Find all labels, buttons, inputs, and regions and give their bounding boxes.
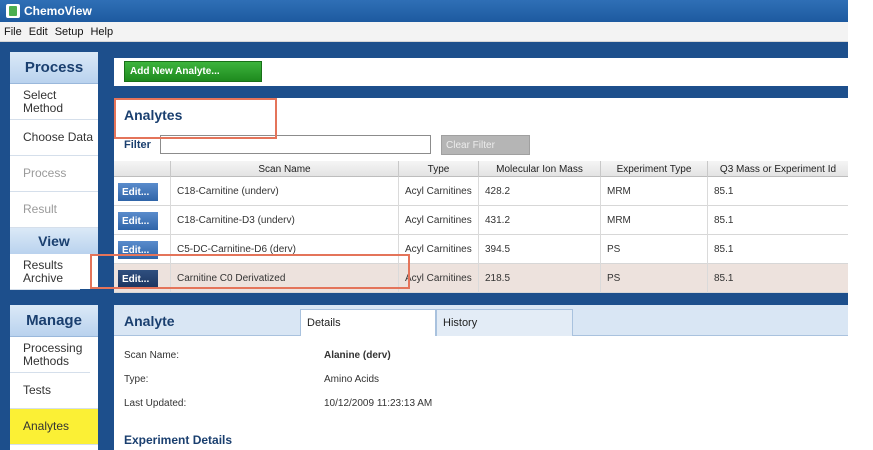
menu-bar: File Edit Setup Help (0, 22, 848, 42)
cell-experiment-type: MRM (600, 206, 707, 235)
cell-type: Acyl Carnitines (398, 264, 478, 293)
filter-label: Filter (124, 139, 151, 151)
analyte-title: Analyte (124, 313, 175, 329)
col-type[interactable]: Type (398, 161, 478, 177)
type-label: Type: (124, 374, 149, 385)
menu-setup[interactable]: Setup (55, 26, 84, 38)
col-molecular-ion-mass[interactable]: Molecular Ion Mass (478, 161, 600, 177)
cell-type: Acyl Carnitines (398, 177, 478, 206)
manage-nav-panel: Manage Processing Methods Tests Analytes (10, 305, 98, 450)
nav-choose-data[interactable]: Choose Data (10, 120, 98, 156)
experiment-details-heading: Experiment Details (124, 433, 233, 447)
highlight-analytes-title (114, 98, 277, 139)
cell-q3: 85.1 (707, 177, 848, 206)
cell-mass: 394.5 (478, 235, 600, 264)
last-updated-label: Last Updated: (124, 398, 187, 409)
col-scan-name[interactable]: Scan Name (170, 161, 398, 177)
analyte-detail-panel: Analyte Details History Scan Name: Alani… (114, 305, 848, 450)
toolbar-panel: Add New Analyte... (114, 58, 848, 86)
scan-name-label: Scan Name: (124, 350, 180, 361)
highlight-selected-row (90, 254, 410, 289)
cell-experiment-type: PS (600, 235, 707, 264)
clear-filter-button[interactable]: Clear Filter (441, 135, 530, 155)
cell-q3: 85.1 (707, 264, 848, 293)
right-margin (848, 0, 873, 450)
cell-experiment-type: PS (600, 264, 707, 293)
cell-scan-name: C18-Carnitine-D3 (underv) (170, 206, 398, 235)
nav-select-method[interactable]: Select Method (10, 84, 98, 120)
menu-file[interactable]: File (4, 26, 22, 38)
nav-process[interactable]: Process (10, 156, 98, 192)
scan-name-value: Alanine (derv) (324, 350, 391, 361)
detail-tabstrip: Analyte Details History (114, 305, 848, 336)
cell-mass: 428.2 (478, 177, 600, 206)
add-analyte-button[interactable]: Add New Analyte... (124, 61, 262, 82)
col-experiment-type[interactable]: Experiment Type (600, 161, 707, 177)
menu-help[interactable]: Help (90, 26, 113, 38)
app-title: ChemoView (24, 4, 92, 18)
nav-processing-methods[interactable]: Processing Methods (10, 337, 90, 373)
cell-experiment-type: MRM (600, 177, 707, 206)
table-row[interactable]: Edit... C18-Carnitine (underv) Acyl Carn… (114, 177, 848, 206)
col-q3-mass[interactable]: Q3 Mass or Experiment Id (707, 161, 848, 177)
table-row[interactable]: Edit... C18-Carnitine-D3 (underv) Acyl C… (114, 206, 848, 235)
tab-history[interactable]: History (436, 309, 573, 336)
nav-tests[interactable]: Tests (10, 373, 98, 409)
menu-edit[interactable]: Edit (29, 26, 48, 38)
cell-q3: 85.1 (707, 206, 848, 235)
process-header: Process (10, 52, 98, 84)
type-value: Amino Acids (324, 374, 380, 385)
manage-header: Manage (10, 305, 98, 337)
cell-mass: 431.2 (478, 206, 600, 235)
process-nav-panel: Process Select Method Choose Data Proces… (10, 52, 98, 290)
edit-button[interactable]: Edit... (118, 183, 158, 201)
cell-scan-name: C18-Carnitine (underv) (170, 177, 398, 206)
cell-mass: 218.5 (478, 264, 600, 293)
view-header: View (10, 228, 98, 254)
app-icon (6, 4, 20, 18)
table-header: Scan Name Type Molecular Ion Mass Experi… (114, 161, 848, 177)
last-updated-value: 10/12/2009 11:23:13 AM (324, 398, 433, 409)
nav-analytes[interactable]: Analytes (10, 409, 98, 445)
cell-q3: 85.1 (707, 235, 848, 264)
title-bar: ChemoView (0, 0, 848, 22)
edit-button[interactable]: Edit... (118, 212, 158, 230)
tab-details[interactable]: Details (300, 309, 436, 336)
cell-type: Acyl Carnitines (398, 206, 478, 235)
nav-result[interactable]: Result (10, 192, 98, 228)
nav-results-archive[interactable]: Results Archive (10, 254, 80, 290)
cell-type: Acyl Carnitines (398, 235, 478, 264)
